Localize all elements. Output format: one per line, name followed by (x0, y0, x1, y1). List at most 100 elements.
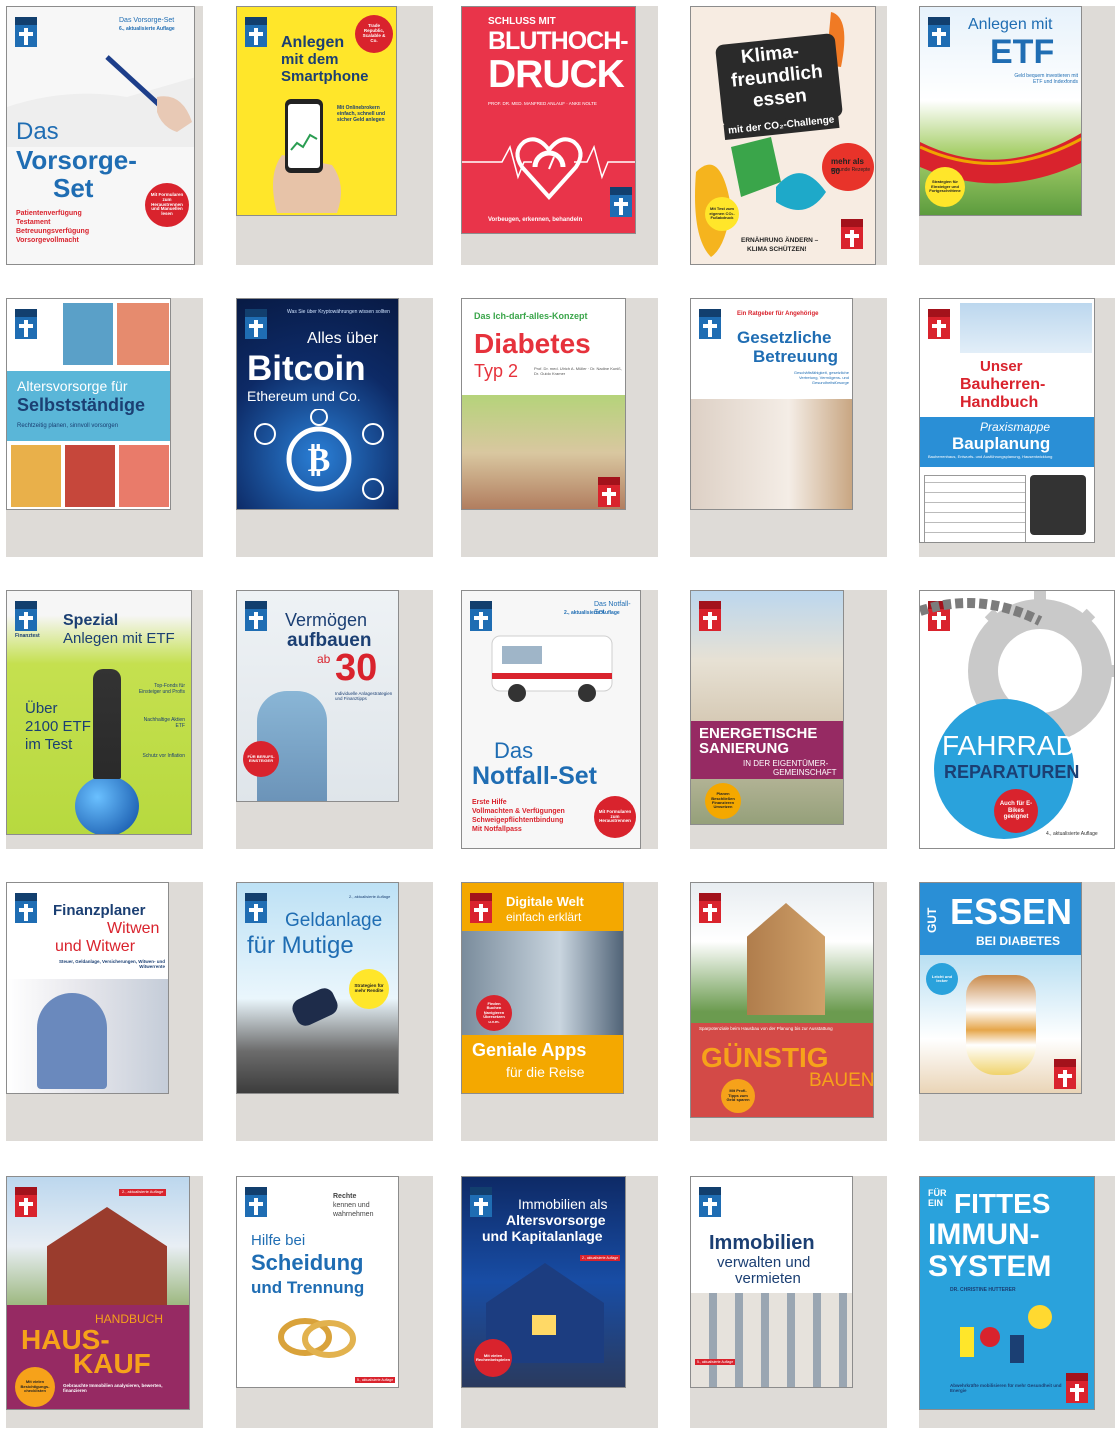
title-line: einfach erklärt (506, 910, 582, 924)
lit-window (532, 1315, 556, 1335)
authors: PROF. DR. MED. MANFRED ANLAUF · ANKE NOL… (488, 101, 597, 106)
book-cover-spezial[interactable]: Finanztest Spezial Anlegen mit ETF Über … (6, 590, 192, 835)
badge-sticker: Auch für E-Bikes geeignet (994, 789, 1038, 833)
title-line: Vermögen (285, 610, 368, 630)
warentest-logo-icon (598, 477, 620, 507)
warentest-logo-icon (699, 1187, 721, 1217)
book-cover-guenstig[interactable]: Sparpotenziale beim Hausbau von der Plan… (690, 882, 874, 1118)
book-tile: SCHLUSS MIT BLUTHOCH- DRUCK PROF. DR. ME… (461, 6, 658, 265)
warentest-logo-icon (610, 187, 632, 217)
title-line: Notfall-Set (472, 762, 597, 790)
book-tile: Anlegen mit dem Smartphone Trade Republi… (236, 6, 433, 265)
book-tile: FÜR EIN FITTES IMMUN- SYSTEM DR. CHRISTI… (919, 1176, 1115, 1428)
warentest-logo-icon (928, 309, 950, 339)
subtitle: Abwehrkräfte mobilisieren für mehr Gesun… (950, 1383, 1062, 1394)
tagline: wahrnehmen (333, 1211, 374, 1218)
book-cover-gutessen[interactable]: GUT ESSEN BEI DIABETES Leicht und lecker (919, 882, 1082, 1094)
footer-text: KLIMA SCHÜTZEN! (747, 246, 807, 253)
book-cover-vermoegen[interactable]: Vermögen aufbauen ab 30 Individuelle Anl… (236, 590, 399, 802)
book-cover-bluthochdruck[interactable]: SCHLUSS MIT BLUTHOCH- DRUCK PROF. DR. ME… (461, 6, 636, 234)
title-line: Betreuung (753, 347, 838, 366)
book-cover-vorsorge[interactable]: Das Vorsorge-Set 6., aktualisierte Aufla… (6, 6, 195, 265)
edition: 6., aktualisierte Auflage (119, 26, 175, 32)
tablet (1030, 475, 1086, 535)
list-item: Erste Hilfe (472, 799, 507, 806)
warentest-logo-icon (245, 1187, 267, 1217)
title-line: FITTES (954, 1188, 1051, 1219)
book-cover-etf[interactable]: Anlegen mit ETF Geld bequem investieren … (919, 6, 1082, 216)
globe-icon (75, 776, 139, 834)
top-line: Das Ich-darf-alles-Konzept (474, 311, 588, 321)
svg-text:₿: ₿ (308, 440, 331, 480)
book-cover-betreuung[interactable]: Ein Ratgeber für Angehörige Gesetzliche … (690, 298, 853, 510)
book-tile: 2., aktualisierte Auflage Geldanlage für… (236, 882, 433, 1141)
list-item: Patientenverfügung (16, 210, 82, 217)
title-line: Immobilien (709, 1232, 815, 1254)
book-tile: Das Notfall-Set 2., aktualisierte Auflag… (461, 590, 658, 849)
book-cover-selbststaendige[interactable]: Altersvorsorge für Selbstständige Rechtz… (6, 298, 171, 510)
person-figure (37, 993, 107, 1089)
top-line: Was Sie über Kryptowährungen wissen soll… (287, 309, 390, 315)
warentest-logo-icon (699, 309, 721, 339)
title-line: SYSTEM (928, 1250, 1052, 1283)
warentest-logo-icon (245, 17, 267, 47)
bitcoin-icon: ₿ (254, 409, 384, 500)
title-line: Gesetzliche (737, 328, 832, 347)
warentest-logo-icon (1054, 1059, 1076, 1089)
badge-sticker: Strategien für mehr Rendite (349, 969, 389, 1009)
title-line: verwalten und (717, 1254, 811, 1271)
book-tile: Finanztest Spezial Anlegen mit ETF Über … (6, 590, 203, 849)
cover-photo (960, 303, 1092, 353)
book-cover-bitcoin[interactable]: Was Sie über Kryptowährungen wissen soll… (236, 298, 399, 510)
warentest-logo-icon (15, 309, 37, 339)
book-cover-digital[interactable]: Digitale Welt einfach erklärt Finden Buc… (461, 882, 624, 1094)
callout-right: Schutz vor Inflation (142, 753, 185, 759)
book-tile: GUT ESSEN BEI DIABETES Leicht und lecker (919, 882, 1115, 1141)
book-cover-notfall[interactable]: Das Notfall-Set 2., aktualisierte Auflag… (461, 590, 641, 849)
person-figure (93, 669, 121, 779)
book-cover-energetisch[interactable]: ENERGETISCHE SANIERUNG IN DER EIGENTÜMER… (690, 590, 844, 825)
badge-sticker: Mit Test zum eigenen CO₂-Fußabdruck (705, 197, 739, 231)
subtitle: Geschäftsfähigkeit, gesetzliche Vertretu… (793, 370, 849, 385)
book-cover-mutige[interactable]: 2., aktualisierte Auflage Geldanlage für… (236, 882, 399, 1094)
title-line: Geniale Apps (472, 1040, 587, 1060)
book-tile: Anlegen mit ETF Geld bequem investieren … (919, 6, 1115, 265)
badge-sticker: Trade Republic, Scalable & Co. (355, 15, 393, 53)
warentest-logo-icon (841, 219, 863, 249)
series-tag: Das Vorsorge-Set (119, 17, 175, 24)
subtitle: Mit Onlinebrokern einfach, schnell und s… (337, 105, 386, 123)
book-cover-hauskauf[interactable]: 2., aktualisierte Auflage HANDBUCH HAUS-… (6, 1176, 190, 1410)
book-cover-scheidung[interactable]: Rechte kennen und wahrnehmen Hilfe bei S… (236, 1176, 399, 1388)
smartphone-icon (273, 99, 341, 213)
book-cover-fahrrad[interactable]: FAHRRAD REPARATUREN Auch für E-Bikes gee… (919, 590, 1115, 849)
callout: im Test (25, 736, 73, 753)
title-line: mit dem (281, 51, 339, 68)
book-cover-witwen[interactable]: Finanzplaner Witwen und Witwer Steuer, G… (6, 882, 169, 1094)
book-cover-klima[interactable]: Klima- freundlich essen mit der CO₂-Chal… (690, 6, 876, 265)
book-cover-immo-verw[interactable]: Immobilien verwalten und vermieten 5., a… (690, 1176, 853, 1388)
book-tile: 2., aktualisierte Auflage HANDBUCH HAUS-… (6, 1176, 203, 1428)
book-cover-bauherren[interactable]: Unser Bauherren- Handbuch Praxismappe Ba… (919, 298, 1095, 543)
book-tile: Digitale Welt einfach erklärt Finden Buc… (461, 882, 658, 1141)
tagline: kennen und (333, 1202, 370, 1209)
title-line: Altersvorsorge (506, 1212, 606, 1228)
book-cover-immun[interactable]: FÜR EIN FITTES IMMUN- SYSTEM DR. CHRISTI… (919, 1176, 1095, 1410)
book-cover-immo-alters[interactable]: Immobilien als Altersvorsorge und Kapita… (461, 1176, 626, 1388)
title-line: Bitcoin (247, 349, 366, 388)
building-photo (691, 1293, 852, 1387)
badge-sticker: Planen Beschließen Finanzieren Umsetzen (705, 783, 741, 819)
title-line: Bauherren- (960, 376, 1046, 393)
title-line: Smartphone (281, 68, 369, 85)
footer-text: Vorbeugen, erkennen, behandeln (488, 217, 583, 223)
title-line: Anlegen mit ETF (63, 630, 175, 647)
book-cover-smartphone[interactable]: Anlegen mit dem Smartphone Trade Republi… (236, 6, 397, 216)
ambulance-icon (491, 635, 613, 702)
title-line: für Mutige (247, 932, 354, 959)
edition: 5., aktualisierte Auflage (355, 1377, 396, 1384)
warentest-logo-icon (470, 893, 492, 923)
badge-sticker: Leicht und lecker (926, 963, 958, 995)
book-tile: Sparpotenziale beim Hausbau von der Plan… (690, 882, 887, 1141)
book-cover-diabetes[interactable]: Das Ich-darf-alles-Konzept Diabetes Typ … (461, 298, 626, 510)
warentest-logo-icon (15, 893, 37, 923)
badge-sticker: Mit Formularen zum Heraustrennen und Man… (145, 183, 189, 227)
